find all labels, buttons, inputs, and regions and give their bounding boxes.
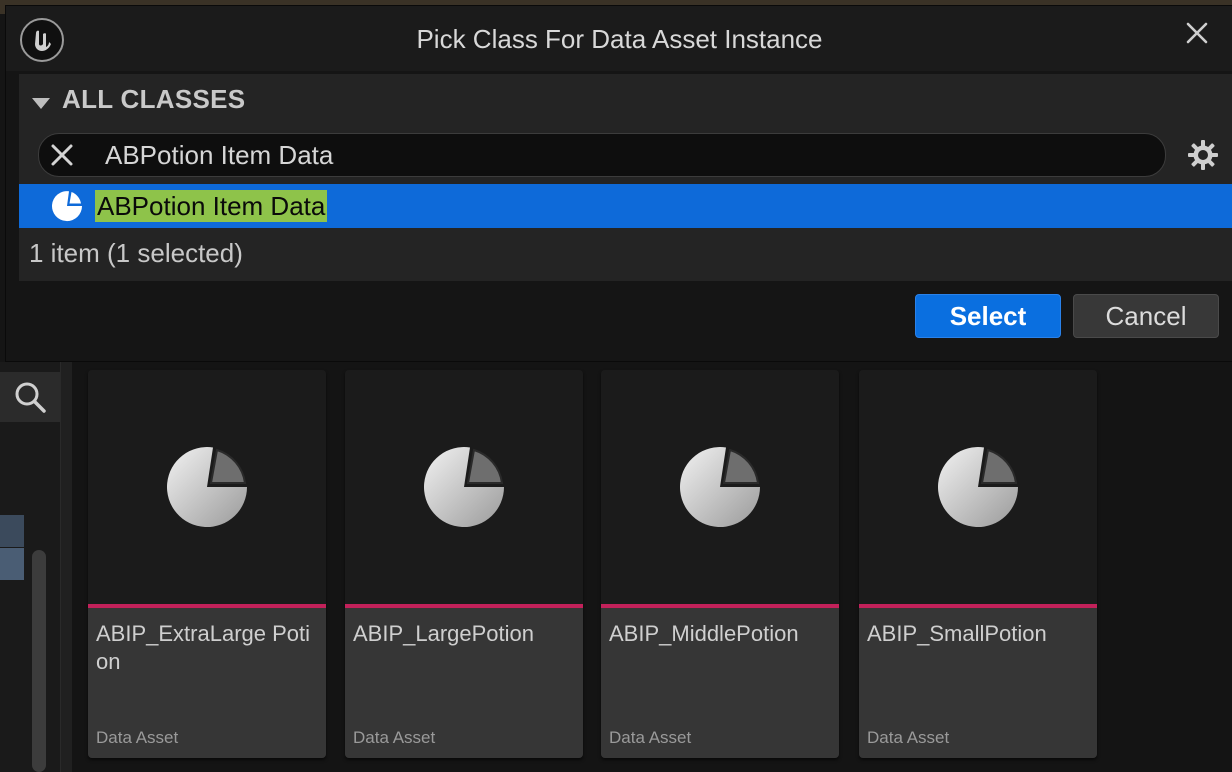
- asset-name: ABIP_SmallPotion: [867, 621, 1047, 646]
- asset-info: ABIP_ExtraLarge Potion Data Asset: [88, 608, 326, 758]
- asset-type-label: Data Asset: [867, 728, 950, 747]
- asset-tile[interactable]: ABIP_SmallPotion Data Asset: [859, 370, 1097, 758]
- asset-tile[interactable]: ABIP_MiddlePotion Data Asset: [601, 370, 839, 758]
- asset-name: ABIP_ExtraLarge Potion: [96, 621, 311, 674]
- search-button[interactable]: [0, 372, 60, 422]
- asset-thumbnail: [601, 370, 839, 604]
- folder-selection-row[interactable]: [0, 515, 24, 547]
- asset-type-label: Data Asset: [353, 728, 436, 747]
- asset-name: ABIP_LargePotion: [353, 621, 535, 646]
- data-asset-pie-icon: [938, 447, 1018, 528]
- clear-search-icon: [51, 144, 73, 166]
- asset-tile[interactable]: ABIP_LargePotion Data Asset: [345, 370, 583, 758]
- collapse-arrow-icon: [32, 98, 50, 109]
- data-asset-pie-icon: [680, 447, 760, 528]
- asset-tile[interactable]: ABIP_ExtraLarge Potion Data Asset: [88, 370, 326, 758]
- close-icon: [1186, 22, 1208, 44]
- pick-class-dialog: Pick Class For Data Asset Instance ALL C…: [5, 5, 1232, 362]
- data-asset-pie-icon: [52, 191, 83, 222]
- asset-thumbnail: [345, 370, 583, 604]
- asset-thumbnail: [88, 370, 326, 604]
- asset-info: ABIP_SmallPotion Data Asset: [859, 608, 1097, 758]
- section-label: ALL CLASSES: [62, 84, 246, 114]
- view-options-button[interactable]: [1184, 136, 1222, 174]
- asset-name: ABIP_MiddlePotion: [609, 621, 799, 646]
- dialog-title: Pick Class For Data Asset Instance: [416, 24, 823, 54]
- asset-type-label: Data Asset: [609, 728, 692, 747]
- scrollbar[interactable]: [32, 550, 46, 772]
- class-search-input[interactable]: [103, 138, 1147, 172]
- gear-icon: [1188, 140, 1218, 170]
- folder-selection-row[interactable]: [0, 548, 24, 580]
- asset-thumbnail: [859, 370, 1097, 604]
- data-asset-pie-icon: [424, 447, 505, 528]
- class-result-row[interactable]: ABPotion Item Data: [19, 184, 1232, 228]
- asset-info: ABIP_LargePotion Data Asset: [345, 608, 583, 758]
- class-search-box: [38, 133, 1166, 177]
- clear-search-button[interactable]: [47, 140, 77, 170]
- close-button[interactable]: [1180, 16, 1214, 50]
- search-icon: [15, 382, 46, 413]
- all-classes-section: ALL CLASSES ABPotion Item Data ABPotion …: [19, 74, 1232, 281]
- class-result-label: ABPotion Item Data: [95, 190, 328, 222]
- cancel-button[interactable]: Cancel: [1073, 294, 1219, 338]
- item-count-status: 1 item (1 selected): [29, 238, 243, 268]
- all-classes-header[interactable]: ALL CLASSES: [19, 74, 1232, 122]
- dialog-titlebar[interactable]: Pick Class For Data Asset Instance: [6, 6, 1232, 71]
- asset-info: ABIP_MiddlePotion Data Asset: [601, 608, 839, 758]
- data-asset-pie-icon: [167, 447, 248, 528]
- select-button[interactable]: Select: [915, 294, 1061, 338]
- asset-type-label: Data Asset: [96, 728, 179, 747]
